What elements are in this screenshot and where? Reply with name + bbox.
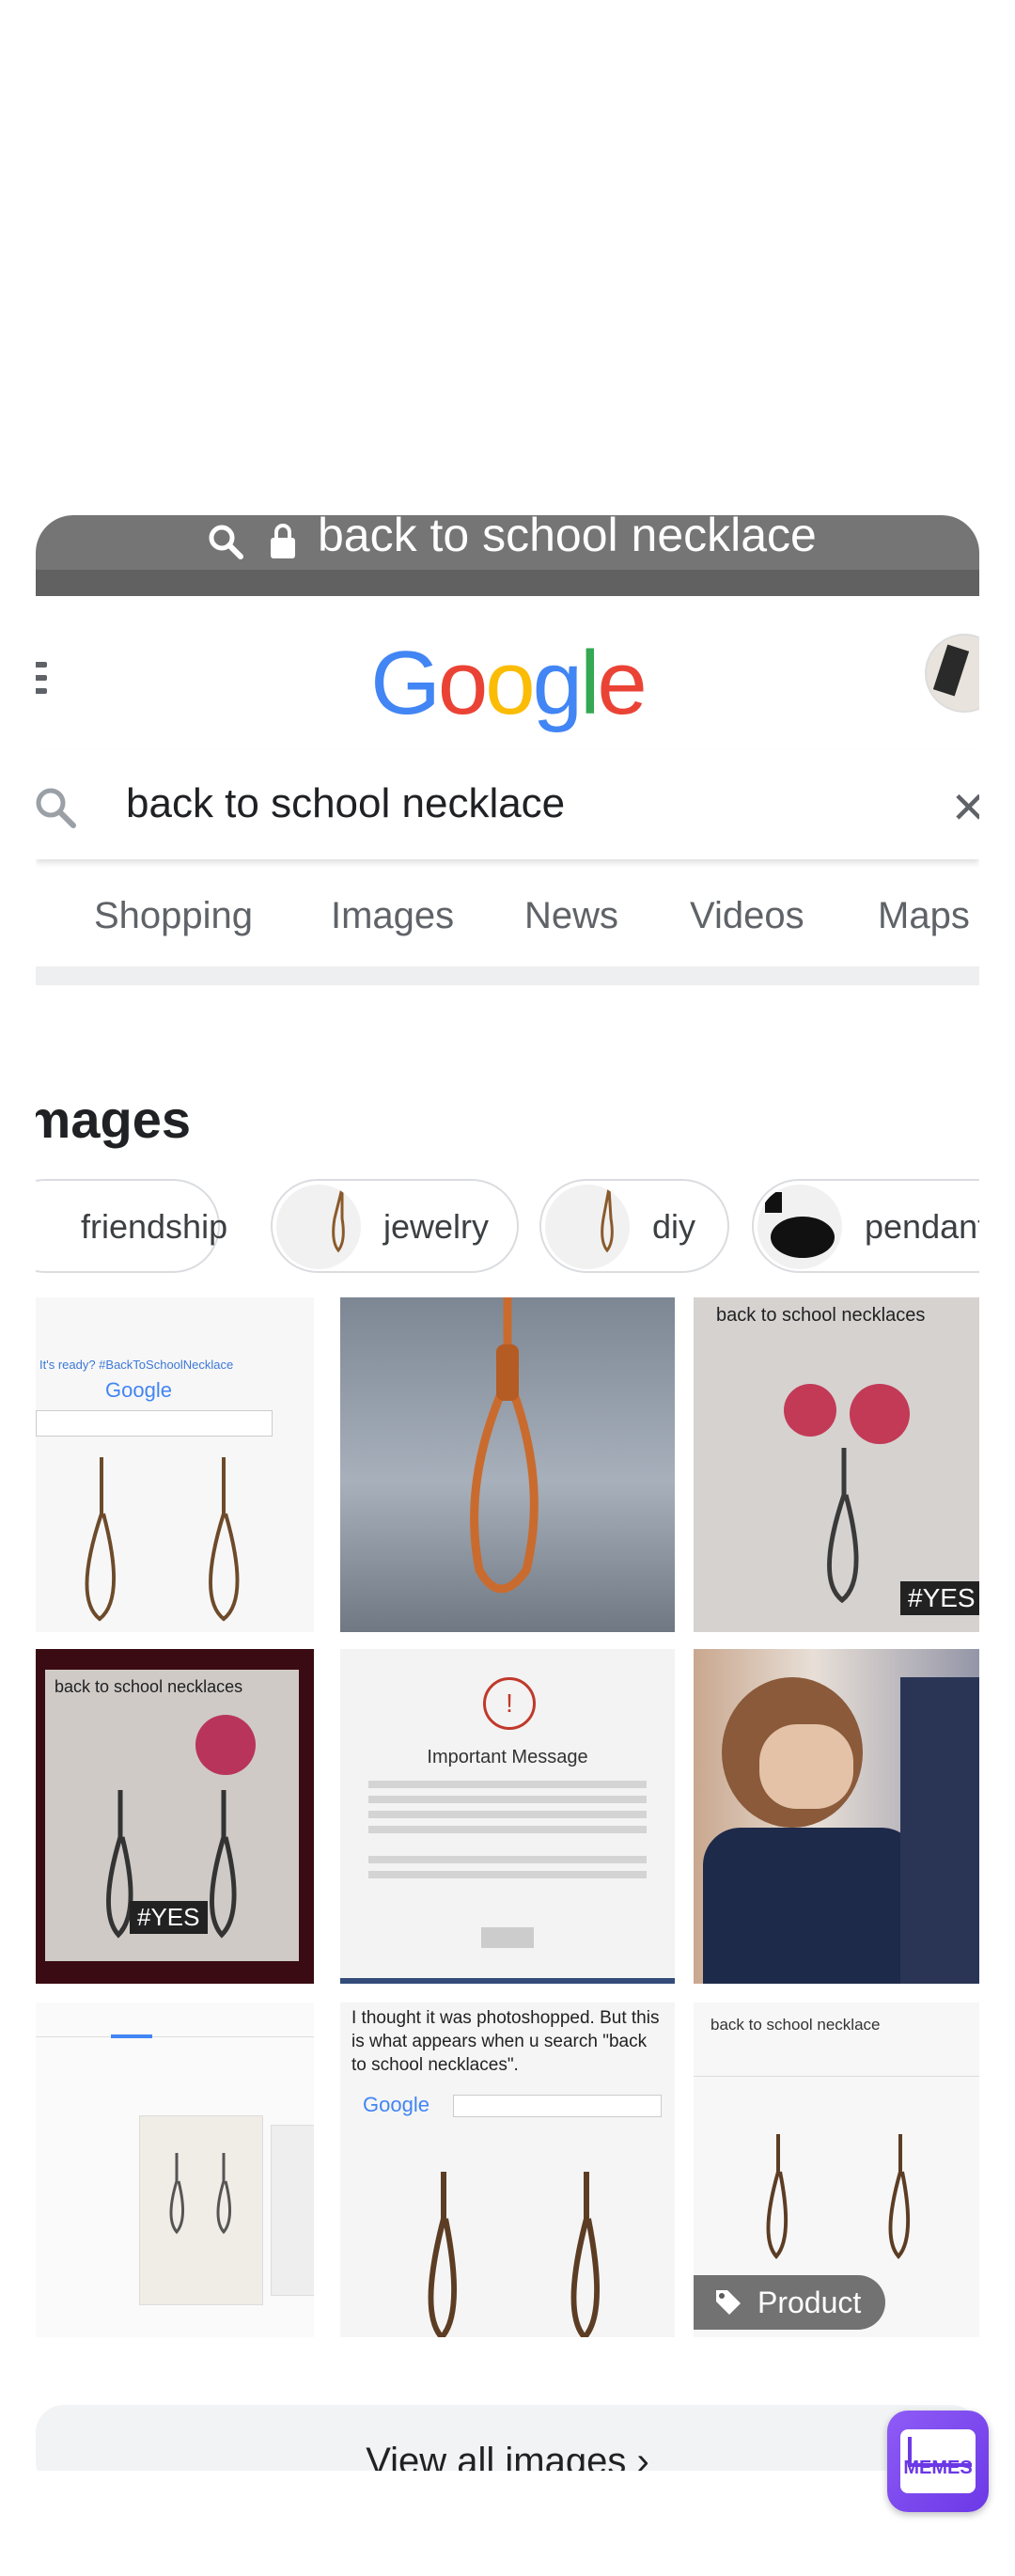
- noose-image: [766, 2134, 911, 2259]
- image-result[interactable]: I thought it was photoshopped. But this …: [340, 2003, 675, 2337]
- browser-frame: back to school necklace Google back to s…: [36, 515, 979, 2471]
- photo-caption: back to school necklaces: [716, 1305, 926, 1326]
- tag-icon: [716, 2290, 741, 2315]
- google-mini-logo: Google: [105, 1378, 172, 1402]
- sticker-circle: [784, 1384, 836, 1437]
- chip-thumbnail: [276, 1185, 361, 1269]
- search-box[interactable]: back to school necklace ✕: [36, 750, 979, 859]
- tab-shopping[interactable]: Shopping: [94, 895, 253, 937]
- alert-icon: !: [483, 1677, 536, 1730]
- browser-url-bar[interactable]: back to school necklace: [36, 515, 979, 596]
- sticker-circle: [195, 1715, 256, 1775]
- chip-diy[interactable]: diy: [539, 1179, 729, 1273]
- image-result[interactable]: [340, 1297, 675, 1632]
- mini-tab-underline: [111, 2034, 152, 2038]
- view-all-images-button[interactable]: View all images ›: [36, 2405, 979, 2471]
- yes-sign: #YES: [130, 1901, 208, 1934]
- photo-caption: back to school necklaces: [55, 1677, 243, 1696]
- logo-letter: o: [437, 633, 488, 733]
- tab-maps[interactable]: Maps: [878, 895, 970, 937]
- chip-friendship[interactable]: friendship: [36, 1179, 227, 1273]
- image-result[interactable]: back to school necklaces #YES: [36, 1649, 314, 1984]
- message-title: Important Message: [427, 1747, 588, 1767]
- noose-image: [827, 1448, 859, 1604]
- noose-image: [85, 1457, 240, 1622]
- tab-news[interactable]: News: [524, 895, 618, 937]
- image-result[interactable]: back to school necklace Product: [694, 2003, 979, 2337]
- url-bar-strip: [36, 570, 979, 596]
- mini-tabs: [694, 2055, 979, 2077]
- photo-uniform: [703, 1828, 919, 1984]
- google-mini-logo: Google: [363, 2093, 429, 2116]
- clear-icon[interactable]: ✕: [950, 786, 979, 829]
- google-logo[interactable]: Google: [36, 632, 979, 735]
- section-divider: [36, 966, 979, 985]
- logo-letter: g: [532, 633, 583, 733]
- mini-tabs: [36, 2012, 314, 2037]
- url-text: back to school necklace: [318, 515, 817, 561]
- bottom-bar: [340, 1978, 675, 1984]
- chip-thumbnail: [757, 1185, 842, 1269]
- mini-search-box: [453, 2095, 662, 2117]
- noose-image: [169, 2153, 231, 2235]
- mini-query: back to school necklace: [710, 2016, 881, 2034]
- mini-search-box: [36, 1410, 273, 1437]
- search-icon: [36, 788, 76, 828]
- image-result[interactable]: It's ready? #BackToSchoolNecklace Google: [36, 1297, 314, 1632]
- mini-screenshot: [271, 2125, 314, 2296]
- logo-letter: o: [485, 633, 535, 733]
- memes-watermark: MEMES: [887, 2411, 989, 2512]
- tab-videos[interactable]: Videos: [690, 895, 804, 937]
- search-input[interactable]: back to school necklace: [126, 780, 565, 827]
- message-text-lines: [368, 1781, 647, 1788]
- photo-person: [900, 1677, 979, 1984]
- chip-jewelry[interactable]: jewelry: [271, 1179, 519, 1273]
- logo-letter: e: [597, 633, 647, 733]
- noose-image: [470, 1297, 539, 1594]
- view-all-label: View all images ›: [36, 2441, 979, 2471]
- photo-hands: [759, 1724, 853, 1809]
- yes-sign: #YES: [900, 1581, 979, 1615]
- images-section-title: Images: [36, 1090, 191, 1149]
- tab-images[interactable]: Images: [331, 895, 454, 937]
- logo-letter: G: [370, 633, 441, 733]
- search-icon: [209, 525, 243, 559]
- product-badge: Product: [694, 2275, 886, 2330]
- lock-icon: [271, 524, 295, 558]
- google-header: Google: [36, 596, 979, 737]
- image-result[interactable]: back to school necklaces #YES: [694, 1297, 979, 1632]
- meme-caption: I thought it was photoshopped. But this …: [351, 2008, 660, 2075]
- image-result[interactable]: ! Important Message: [340, 1649, 675, 1984]
- chevron-right-icon: ›: [636, 2441, 649, 2471]
- image-result[interactable]: [694, 1649, 979, 1984]
- memes-label: MEMES: [903, 2458, 973, 2478]
- chip-thumbnail: [545, 1185, 630, 1269]
- logo-letter: l: [580, 633, 600, 733]
- image-result[interactable]: [36, 2003, 314, 2337]
- tweet-hashtag: It's ready? #BackToSchoolNecklace: [39, 1358, 234, 1372]
- message-button: [481, 1927, 534, 1948]
- chip-pendant[interactable]: pendant: [752, 1179, 979, 1273]
- search-tabs: Shopping Images News Videos Maps: [36, 872, 979, 959]
- noose-image: [428, 2172, 601, 2337]
- sticker-circle: [850, 1384, 910, 1444]
